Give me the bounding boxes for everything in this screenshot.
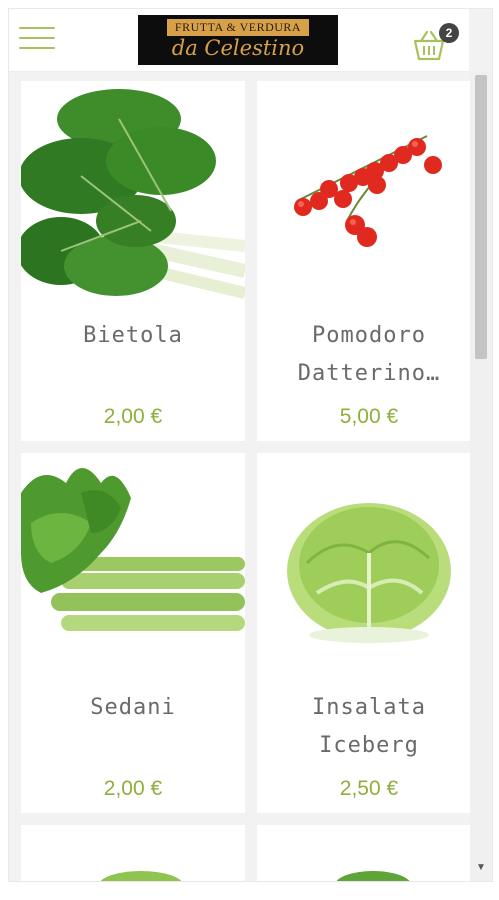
iceberg-lettuce-image xyxy=(257,453,481,675)
celery-image xyxy=(21,453,245,675)
cart-count-badge: 2 xyxy=(439,23,459,43)
tomatoes-image xyxy=(257,81,481,303)
top-bar: FRUTTA & VERDURA da Celestino 2 xyxy=(9,9,469,72)
product-name-continued: Datterino… xyxy=(297,361,441,386)
product-name: Pomodoro xyxy=(312,323,426,348)
product-image xyxy=(257,453,481,675)
product-image xyxy=(257,81,481,303)
vertical-scrollbar[interactable]: ▼ xyxy=(470,71,492,881)
product-name: Insalata xyxy=(312,695,426,720)
logo-bottom-text: da Celestino xyxy=(171,36,305,60)
leafy-vegetable-image xyxy=(257,825,481,881)
product-price: 2,00 € xyxy=(103,405,163,428)
chard-image xyxy=(21,81,245,303)
product-image xyxy=(21,825,245,881)
product-card[interactable]: Bietola 2,00 € xyxy=(21,81,245,441)
product-card[interactable]: Insalata Iceberg 2,50 € xyxy=(257,453,481,813)
product-name-continued: Iceberg xyxy=(319,733,419,758)
product-card[interactable] xyxy=(21,825,245,881)
app-frame: FRUTTA & VERDURA da Celestino 2 Bietola … xyxy=(8,8,493,882)
logo-top-text: FRUTTA & VERDURA xyxy=(166,19,310,36)
product-name: Bietola xyxy=(83,323,183,348)
product-price: 5,00 € xyxy=(339,405,399,428)
product-image xyxy=(21,453,245,675)
product-image xyxy=(257,825,481,881)
leafy-vegetable-image xyxy=(21,825,245,881)
product-card[interactable] xyxy=(257,825,481,881)
product-card[interactable]: Sedani 2,00 € xyxy=(21,453,245,813)
product-price: 2,50 € xyxy=(339,777,399,800)
product-card[interactable]: Pomodoro Datterino… 5,00 € xyxy=(257,81,481,441)
scroll-down-arrow-icon[interactable]: ▼ xyxy=(475,861,487,875)
hamburger-menu-icon[interactable] xyxy=(19,27,55,55)
scrollbar-thumb[interactable] xyxy=(475,75,487,359)
cart-button[interactable]: 2 xyxy=(409,23,459,63)
product-image xyxy=(21,81,245,303)
product-name: Sedani xyxy=(90,695,176,720)
shop-logo[interactable]: FRUTTA & VERDURA da Celestino xyxy=(138,15,338,65)
product-price: 2,00 € xyxy=(103,777,163,800)
